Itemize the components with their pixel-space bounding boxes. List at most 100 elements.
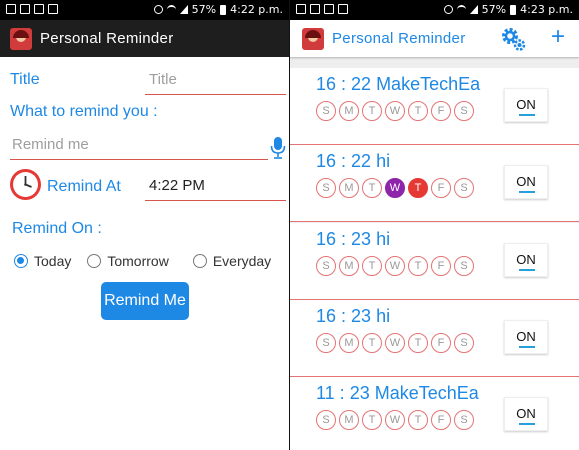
remind-text-placeholder: Remind me [12, 136, 89, 153]
app-logo-icon [302, 27, 324, 50]
notification-icons [296, 4, 348, 14]
weekday-circle[interactable]: T [362, 101, 382, 121]
notification-icon [338, 4, 348, 14]
weekday-circle[interactable]: M [339, 333, 359, 353]
reminder-list-screen: 57% 4:23 p.m. Personal Reminder + 16 : 2… [290, 0, 579, 450]
remind-on-label: Remind On : [12, 220, 102, 237]
weekday-selector: SMTWTFS [316, 333, 474, 353]
weekday-circle[interactable]: T [362, 256, 382, 276]
remind-text-input[interactable]: Remind me [10, 132, 268, 160]
reminder-card[interactable]: 16 : 22 MakeTechEa S M T W T F S ON [290, 68, 579, 145]
weekday-circle[interactable]: W [385, 410, 405, 430]
weekday-circle[interactable]: T [362, 333, 382, 353]
weekday-circle[interactable]: S [454, 256, 474, 276]
status-bar: 57% 4:22 p.m. [0, 0, 289, 20]
radio-everyday[interactable] [192, 254, 207, 268]
weekday-selector: SMTWTFS [316, 410, 474, 430]
toggle-indicator [519, 269, 535, 271]
reminder-title: 11 : 23 MakeTechEa [316, 383, 479, 404]
weekday-circle[interactable]: T [362, 410, 382, 430]
weekday-circle[interactable]: F [431, 178, 451, 198]
weekday-circle[interactable]: S [316, 333, 336, 353]
weekday-circle[interactable]: T [362, 178, 382, 198]
weekday-circle[interactable]: S [454, 333, 474, 353]
signal-icon [469, 5, 478, 14]
reminder-toggle[interactable]: ON [504, 320, 548, 354]
app-bar: Personal Reminder [0, 20, 289, 57]
status-time: 4:23 p.m. [520, 3, 573, 16]
weekday-circle[interactable]: S [454, 178, 474, 198]
weekday-circle[interactable]: M [339, 101, 359, 121]
reminder-title: 16 : 22 MakeTechEa [316, 74, 480, 95]
app-title: Personal Reminder [332, 30, 466, 47]
notification-icon [34, 4, 44, 14]
weekday-circle[interactable]: S [454, 101, 474, 121]
weekday-circle[interactable]: S [316, 101, 336, 121]
option-tomorrow-label: Tomorrow [107, 253, 169, 269]
remind-at-label: Remind At [47, 178, 121, 195]
reminder-title: 16 : 23 hi [316, 306, 390, 327]
weekday-circle[interactable]: W [385, 178, 405, 198]
battery-icon [220, 4, 227, 15]
notification-icon [310, 4, 320, 14]
weekday-circle[interactable]: M [339, 178, 359, 198]
app-logo-icon [10, 27, 32, 50]
weekday-circle[interactable]: F [431, 256, 451, 276]
weekday-circle[interactable]: S [316, 178, 336, 198]
reminder-time: 16 : 22 [316, 74, 372, 94]
reminder-toggle[interactable]: ON [504, 243, 548, 277]
reminder-toggle[interactable]: ON [504, 397, 548, 431]
notification-icon [20, 4, 30, 14]
reminder-card[interactable]: 16 : 22 hi S M T W T F S ON [290, 145, 579, 222]
time-field[interactable]: 4:22 PM [145, 173, 286, 201]
toggle-indicator [519, 346, 535, 348]
reminder-name: MakeTechEa [376, 74, 481, 94]
weekday-circle[interactable]: M [339, 256, 359, 276]
reminder-toggle[interactable]: ON [504, 165, 548, 199]
settings-gear-icon[interactable] [500, 26, 526, 52]
weekday-circle[interactable]: S [316, 256, 336, 276]
weekday-circle[interactable]: S [454, 410, 474, 430]
battery-percent: 57% [481, 3, 507, 16]
weekday-circle[interactable]: M [339, 410, 359, 430]
title-input[interactable]: Title [145, 68, 286, 95]
reminder-card[interactable]: 16 : 23 hi S M T W T F S ON [290, 300, 579, 377]
radio-today[interactable] [14, 254, 28, 268]
status-bar: 57% 4:23 p.m. [290, 0, 579, 20]
microphone-icon[interactable] [270, 136, 286, 160]
remind-me-button[interactable]: Remind Me [101, 282, 189, 320]
weekday-selector: SMTWTFS [316, 178, 474, 198]
signal-icon [179, 5, 188, 14]
weekday-selector: SMTWTFS [316, 101, 474, 121]
reminder-toggle[interactable]: ON [504, 88, 548, 122]
option-everyday-label: Everyday [212, 253, 272, 269]
toggle-indicator [519, 423, 535, 425]
title-label: Title [10, 71, 40, 88]
toggle-indicator [519, 191, 535, 193]
weekday-circle[interactable]: W [385, 333, 405, 353]
weekday-circle[interactable]: F [431, 101, 451, 121]
weekday-circle[interactable]: T [408, 410, 428, 430]
weekday-circle[interactable]: S [316, 410, 336, 430]
weekday-circle[interactable]: T [408, 101, 428, 121]
reminder-card[interactable]: 11 : 23 MakeTechEa S M T W T F S ON [290, 377, 579, 450]
radio-tomorrow[interactable] [87, 254, 102, 268]
weekday-circle[interactable]: F [431, 333, 451, 353]
weekday-circle[interactable]: T [408, 178, 428, 198]
reminder-time: 11 : 23 [316, 383, 370, 403]
clock-icon[interactable] [9, 168, 42, 201]
weekday-circle[interactable]: F [431, 410, 451, 430]
app-title: Personal Reminder [40, 30, 174, 47]
toggle-label: ON [516, 97, 536, 112]
weekday-circle[interactable]: T [408, 333, 428, 353]
weekday-circle[interactable]: W [385, 101, 405, 121]
weekday-circle[interactable]: W [385, 256, 405, 276]
reminder-title: 16 : 23 hi [316, 229, 390, 250]
alarm-icon [443, 5, 453, 14]
weekday-circle[interactable]: T [408, 256, 428, 276]
notification-icon [296, 4, 306, 14]
add-icon[interactable]: + [548, 25, 568, 49]
reminder-card[interactable]: 16 : 23 hi S M T W T F S ON [290, 223, 579, 300]
status-time: 4:22 p.m. [230, 3, 283, 16]
toggle-label: ON [516, 406, 536, 421]
